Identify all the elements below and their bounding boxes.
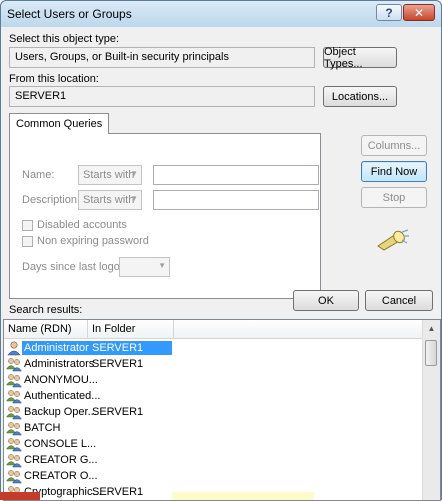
object-types-button[interactable]: Object Types... <box>323 46 397 70</box>
table-row[interactable]: ANONYMOU... <box>4 372 424 388</box>
cancel-button[interactable]: Cancel <box>365 290 433 311</box>
days-since-logon-label: Days since last logon: <box>22 261 129 273</box>
scroll-up-icon[interactable]: ▲ <box>424 321 439 337</box>
group-icon <box>6 374 22 388</box>
close-button[interactable]: ✕ <box>403 4 435 21</box>
name-mode-select[interactable]: Starts with ▼ <box>78 165 142 185</box>
location-label: From this location: <box>9 73 99 85</box>
row-name: CONSOLE L... <box>24 438 97 450</box>
row-name: CREATOR G... <box>24 454 98 466</box>
common-queries-panel: Name: Starts with ▼ Description: Starts … <box>9 133 321 299</box>
stop-button[interactable]: Stop <box>361 187 427 208</box>
chevron-down-icon: ▼ <box>130 169 138 178</box>
column-header-name[interactable]: Name (RDN) <box>4 320 88 339</box>
row-name: CREATOR O... <box>24 470 98 482</box>
tab-common-queries[interactable]: Common Queries <box>9 113 110 134</box>
description-mode-value: Starts with <box>83 194 135 206</box>
row-name: Administrators <box>24 358 95 370</box>
table-row[interactable]: Administrators SERVER1 <box>4 356 424 372</box>
object-type-field: Users, Groups, or Built-in security prin… <box>9 47 315 68</box>
close-icon: ✕ <box>413 5 425 20</box>
column-header-folder[interactable]: In Folder <box>88 320 174 339</box>
search-flashlight-icon <box>377 229 409 251</box>
disabled-accounts-checkbox[interactable] <box>22 220 33 231</box>
title-bar[interactable]: Select Users or Groups ? ✕ <box>1 1 441 27</box>
help-icon: ? <box>385 5 393 20</box>
name-mode-value: Starts with <box>83 169 135 181</box>
table-row[interactable]: CREATOR O... <box>4 468 424 484</box>
table-row[interactable]: Authenticated... <box>4 388 424 404</box>
search-results-list[interactable]: Name (RDN) In Folder Administrator SERVER… <box>3 319 441 501</box>
columns-button[interactable]: Columns... <box>361 135 427 156</box>
row-folder: SERVER1 <box>92 358 144 370</box>
object-type-label: Select this object type: <box>9 33 120 45</box>
disabled-accounts-label: Disabled accounts <box>37 219 127 231</box>
group-icon <box>6 358 22 372</box>
row-name: ANONYMOU... <box>24 374 98 386</box>
vertical-scrollbar[interactable]: ▲ <box>422 320 440 500</box>
table-row[interactable]: CONSOLE L... <box>4 436 424 452</box>
description-label: Description: <box>22 194 81 206</box>
name-input[interactable] <box>153 165 319 185</box>
search-results-label: Search results: <box>9 304 83 316</box>
find-now-button[interactable]: Find Now <box>361 161 427 182</box>
dialog-client-area: Select this object type: Users, Groups, … <box>1 27 441 501</box>
row-folder: SERVER1 <box>90 341 172 355</box>
table-row[interactable]: BATCH <box>4 420 424 436</box>
non-expiring-password-label: Non expiring password <box>37 235 149 247</box>
group-icon <box>6 390 22 404</box>
non-expiring-password-checkbox[interactable] <box>22 236 33 247</box>
row-name: Authenticated... <box>24 390 101 402</box>
help-button[interactable]: ? <box>376 4 402 21</box>
description-input[interactable] <box>153 190 319 210</box>
taskbar-fragment-left <box>0 492 40 500</box>
row-name: BATCH <box>24 422 61 434</box>
scrollbar-thumb[interactable] <box>425 340 437 366</box>
taskbar-fragment-middle <box>172 492 314 500</box>
group-icon <box>6 422 22 436</box>
chevron-down-icon: ▼ <box>158 261 166 270</box>
chevron-down-icon: ▼ <box>130 194 138 203</box>
window-title: Select Users or Groups <box>7 7 132 21</box>
row-name: Administrator <box>22 341 91 355</box>
row-name: Backup Oper... <box>24 406 97 418</box>
location-field: SERVER1 <box>9 86 315 107</box>
group-icon <box>6 438 22 452</box>
group-icon <box>6 454 22 468</box>
row-folder: SERVER1 <box>92 406 144 418</box>
table-row[interactable]: CREATOR G... <box>4 452 424 468</box>
days-since-logon-select[interactable]: ▼ <box>119 257 170 277</box>
select-users-dialog: Select Users or Groups ? ✕ Select this o… <box>0 0 442 501</box>
table-row[interactable]: Administrator SERVER1 <box>4 340 424 356</box>
ok-button[interactable]: OK <box>293 290 359 311</box>
column-header-filler <box>174 320 424 339</box>
user-icon <box>7 341 21 356</box>
locations-button[interactable]: Locations... <box>323 86 397 107</box>
row-folder: SERVER1 <box>92 486 144 498</box>
group-icon <box>6 470 22 484</box>
name-label: Name: <box>22 169 55 181</box>
group-icon <box>6 406 22 420</box>
table-row[interactable]: Backup Oper... SERVER1 <box>4 404 424 420</box>
description-mode-select[interactable]: Starts with ▼ <box>78 190 142 210</box>
